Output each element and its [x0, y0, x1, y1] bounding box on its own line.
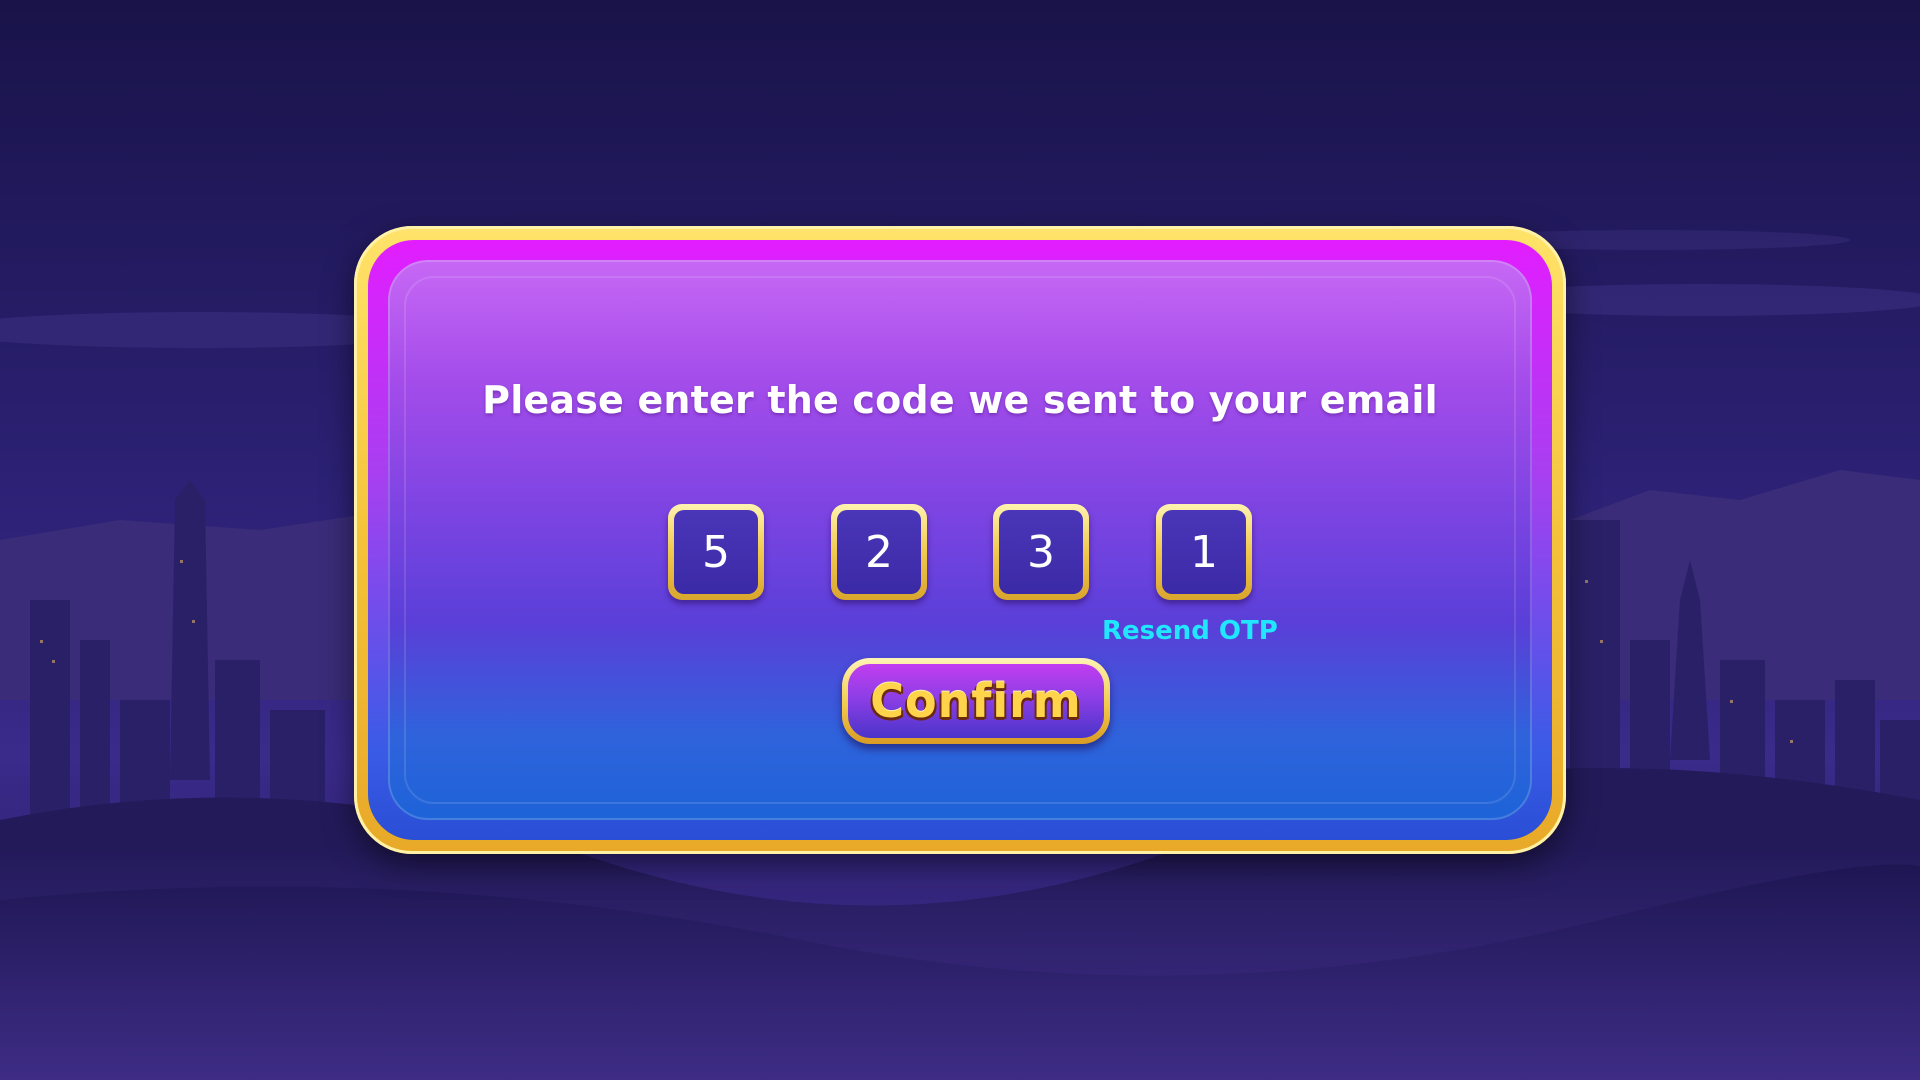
otp-digit-2: 2	[837, 510, 921, 594]
otp-dialog: Please enter the code we sent to your em…	[354, 226, 1566, 854]
otp-digit-box-3[interactable]: 3	[993, 504, 1089, 600]
game-screen: Please enter the code we sent to your em…	[0, 0, 1920, 1080]
dialog-panel: Please enter the code we sent to your em…	[388, 260, 1532, 820]
otp-digit-4: 1	[1162, 510, 1246, 594]
confirm-button-face: Confirm	[848, 664, 1104, 738]
otp-digit-box-4[interactable]: 1	[1156, 504, 1252, 600]
confirm-button-label: Confirm	[870, 674, 1082, 728]
otp-digit-1: 5	[674, 510, 758, 594]
otp-code-row: 5 2 3 1	[388, 504, 1532, 604]
otp-prompt-text: Please enter the code we sent to your em…	[482, 378, 1438, 422]
otp-digit-3: 3	[999, 510, 1083, 594]
otp-digit-box-1[interactable]: 5	[668, 504, 764, 600]
dialog-rim: Please enter the code we sent to your em…	[368, 240, 1552, 840]
confirm-button[interactable]: Confirm	[842, 658, 1110, 744]
otp-digit-box-2[interactable]: 2	[831, 504, 927, 600]
resend-otp-link[interactable]: Resend OTP	[1102, 616, 1278, 646]
